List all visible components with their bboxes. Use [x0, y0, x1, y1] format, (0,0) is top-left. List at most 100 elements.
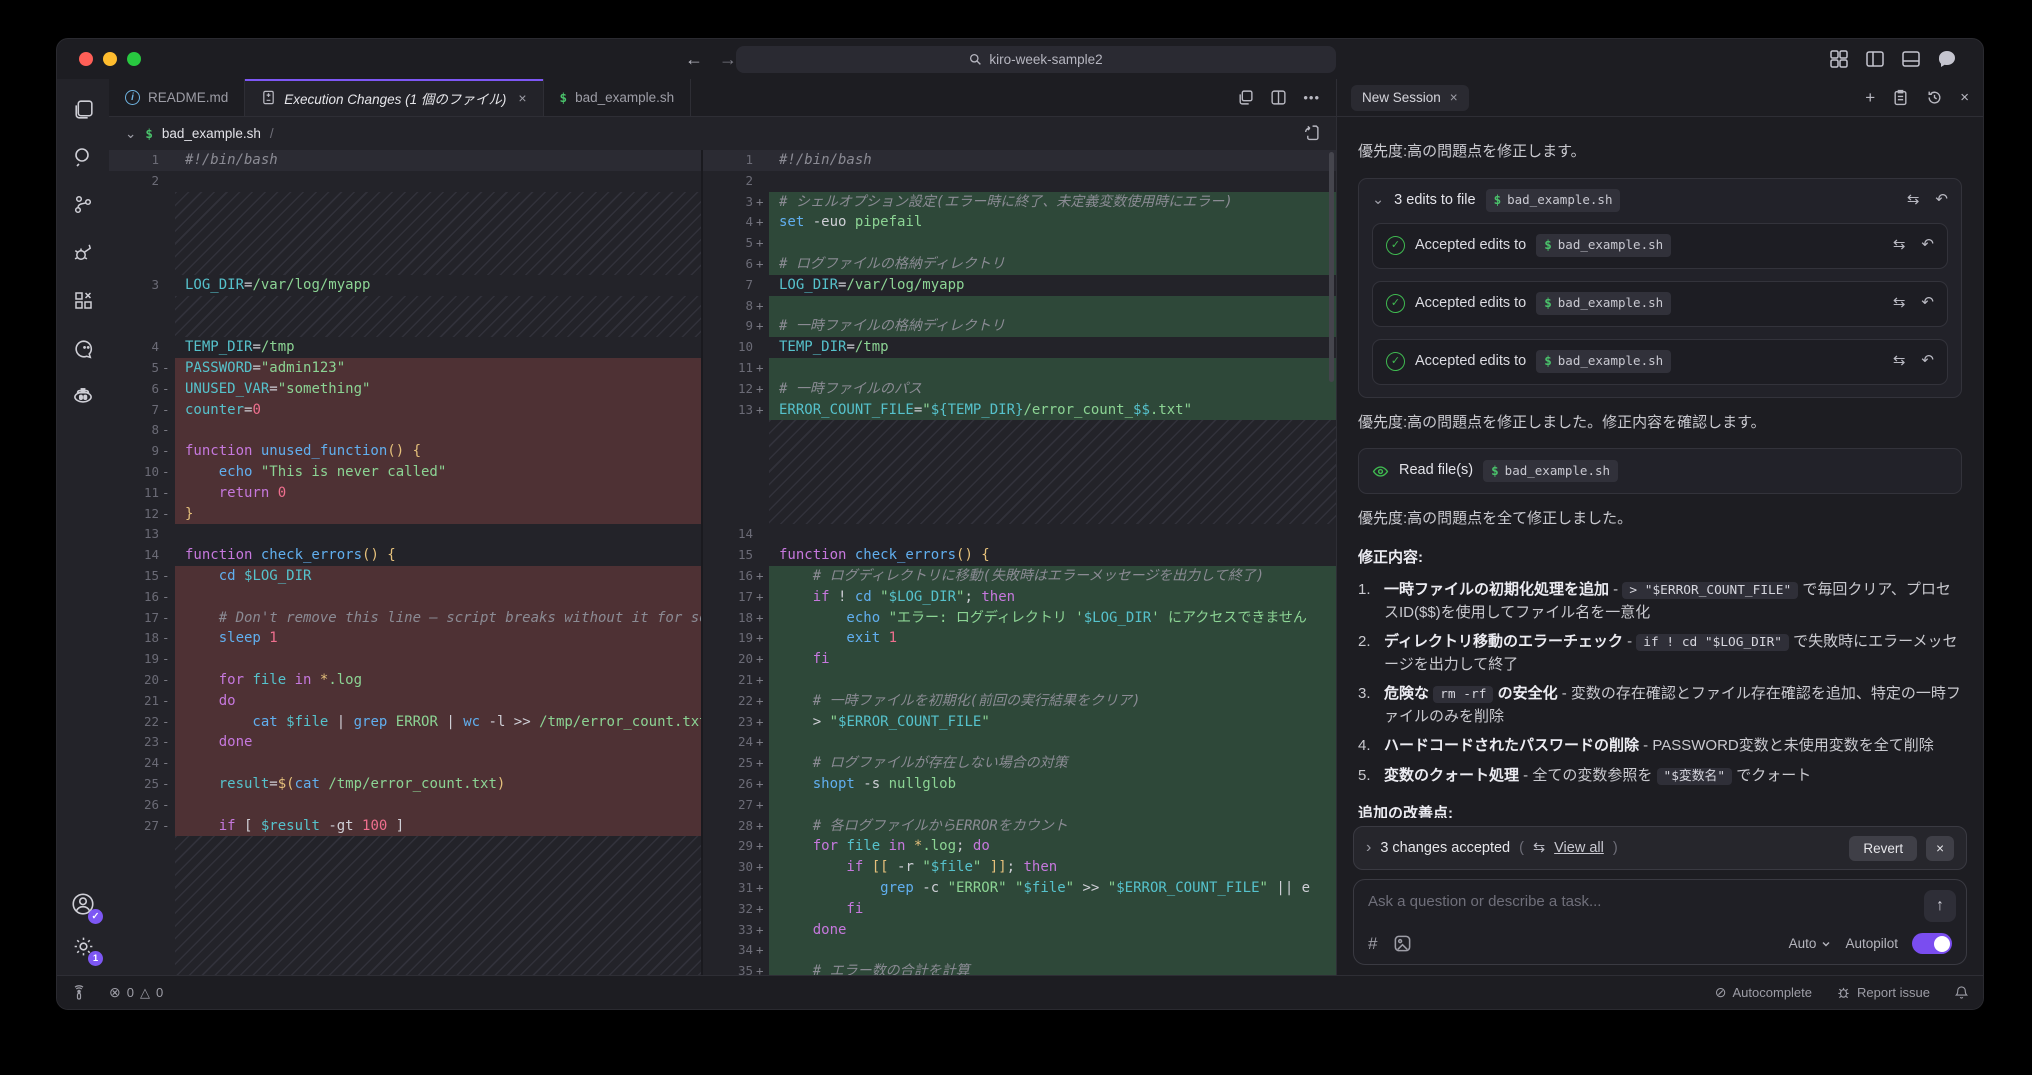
view-diff-icon[interactable]: ⇆	[1893, 234, 1906, 257]
attach-image-icon[interactable]	[1393, 934, 1412, 953]
workspace-name: kiro-week-sample2	[989, 52, 1102, 67]
close-session-icon[interactable]: ×	[1450, 90, 1458, 105]
accepted-edit-row[interactable]: ✓Accepted edits to$bad_example.sh⇆↶	[1372, 281, 1948, 327]
diff-line: 14	[703, 524, 1336, 545]
mode-select[interactable]: Auto	[1789, 936, 1832, 951]
diff-line: 5+	[703, 233, 1336, 254]
revert-button[interactable]: Revert	[1849, 836, 1917, 861]
more-actions-icon[interactable]: •••	[1303, 90, 1320, 105]
diff-line: 13+ERROR_COUNT_FILE="${TEMP_DIR}/error_c…	[703, 400, 1336, 421]
maximize-window-button[interactable]	[127, 52, 141, 66]
view-diff-icon[interactable]: ⇆	[1893, 350, 1906, 373]
notifications-bell-icon[interactable]	[1954, 985, 1969, 1000]
tab-new-session[interactable]: New Session ×	[1351, 85, 1469, 111]
extensions-icon[interactable]	[66, 284, 100, 318]
undo-icon[interactable]: ↶	[1921, 350, 1934, 373]
new-session-plus-icon[interactable]: +	[1865, 88, 1875, 108]
assistant-message: 優先度:高の問題点を修正します。	[1358, 141, 1962, 164]
diff-line: 34+	[703, 940, 1336, 961]
accepted-edit-row[interactable]: ✓Accepted edits to$bad_example.sh⇆↶	[1372, 223, 1948, 269]
task-list-icon[interactable]	[1892, 89, 1909, 106]
chat-input[interactable]: Ask a question or describe a task... ↑ #…	[1353, 879, 1967, 965]
diff-line: 17+ if ! cd "$LOG_DIR"; then	[703, 587, 1336, 608]
file-chip[interactable]: $bad_example.sh	[1483, 460, 1618, 483]
run-debug-icon[interactable]	[66, 236, 100, 270]
diff-line: 5-PASSWORD="admin123"	[109, 358, 701, 379]
scrollbar-thumb[interactable]	[1329, 152, 1334, 382]
copy-editor-icon[interactable]	[1237, 89, 1254, 106]
undo-icon[interactable]: ↶	[1921, 234, 1934, 257]
remote-indicator-icon[interactable]	[71, 985, 87, 1001]
errors-icon: ⊗	[109, 984, 121, 1001]
diff-line: 33+ done	[703, 920, 1336, 941]
open-file-icon[interactable]	[1303, 124, 1320, 141]
accepted-edit-row[interactable]: ✓Accepted edits to$bad_example.sh⇆↶	[1372, 339, 1948, 385]
close-panel-icon[interactable]: ×	[1960, 89, 1969, 106]
info-icon: i	[125, 90, 140, 105]
diff-modified-pane[interactable]: 1#!/bin/bash23+# シェルオプション設定(エラー時に終了、未定義変…	[703, 150, 1336, 975]
diff-line: 6+# ログファイルの格納ディレクトリ	[703, 254, 1336, 275]
file-chip[interactable]: $bad_example.sh	[1536, 350, 1671, 373]
source-control-icon[interactable]	[66, 188, 100, 222]
account-icon[interactable]: ✓	[66, 887, 100, 921]
history-icon[interactable]	[1926, 89, 1943, 106]
send-button[interactable]: ↑	[1924, 890, 1956, 922]
diff-line: 16+ # ログディレクトリに移動(失敗時はエラーメッセージを出力して終了)	[703, 566, 1336, 587]
forward-arrow-icon[interactable]: →	[719, 49, 737, 70]
file-chip[interactable]: $bad_example.sh	[1486, 189, 1621, 212]
close-tab-icon[interactable]: ×	[518, 90, 526, 106]
view-diff-icon[interactable]: ⇆	[1907, 189, 1920, 212]
changes-accepted-bar: › 3 changes accepted ( ⇆ View all ) Reve…	[1353, 826, 1967, 870]
tab-execution-changes[interactable]: Execution Changes (1 個のファイル) ×	[245, 79, 543, 116]
split-editor-icon[interactable]	[1270, 89, 1287, 106]
toggle-primary-sidebar-icon[interactable]	[1865, 49, 1885, 69]
check-circle-icon: ✓	[1386, 236, 1405, 255]
kiro-agent-icon[interactable]	[66, 380, 100, 414]
context-hash-icon[interactable]: #	[1368, 934, 1377, 954]
diff-line: 12+# 一時ファイルのパス	[703, 379, 1336, 400]
autopilot-toggle[interactable]	[1912, 933, 1952, 954]
chevron-down-icon[interactable]: ⌄	[1372, 190, 1384, 212]
warnings-count: 0	[156, 985, 163, 1000]
chat-ghost-icon[interactable]	[66, 332, 100, 366]
diff-line: 16-	[109, 587, 701, 608]
close-window-button[interactable]	[79, 52, 93, 66]
app-window: ← → kiro-week-sample2 ✓	[56, 38, 1984, 1010]
tab-bad-example[interactable]: $ bad_example.sh	[544, 79, 692, 116]
file-chip[interactable]: $bad_example.sh	[1536, 292, 1671, 315]
toggle-panel-icon[interactable]	[1901, 49, 1921, 69]
view-all-link[interactable]: View all	[1554, 840, 1604, 856]
chevron-right-icon[interactable]: ›	[1366, 839, 1371, 857]
changes-accepted-label: 3 changes accepted	[1380, 840, 1510, 856]
problems-indicator[interactable]: ⊗ 0 △ 0	[109, 984, 163, 1001]
explorer-icon[interactable]	[66, 92, 100, 126]
diff-original-pane[interactable]: 1#!/bin/bash23LOG_DIR=/var/log/myapp4TEM…	[109, 150, 701, 975]
errors-count: 0	[127, 985, 134, 1000]
diff-line: 23- done	[109, 732, 701, 753]
diff-file-header[interactable]: ⌄ $ bad_example.sh /	[109, 117, 1336, 150]
chevron-down-icon[interactable]: ⌄	[125, 126, 136, 142]
chevron-down-icon	[1821, 939, 1831, 949]
report-issue[interactable]: Report issue	[1836, 985, 1930, 1000]
undo-icon[interactable]: ↶	[1921, 292, 1934, 315]
check-circle-icon: ✓	[1386, 294, 1405, 313]
traffic-lights	[79, 52, 141, 66]
back-arrow-icon[interactable]: ←	[685, 49, 703, 70]
view-diff-icon[interactable]: ⇆	[1893, 292, 1906, 315]
chat-bubble-icon[interactable]	[1937, 49, 1957, 69]
file-chip[interactable]: $bad_example.sh	[1536, 234, 1671, 257]
search-sidebar-icon[interactable]	[66, 140, 100, 174]
dismiss-changes-button[interactable]: ×	[1926, 836, 1954, 861]
minimize-window-button[interactable]	[103, 52, 117, 66]
diff-line: 18+ echo "エラー: ログディレクトリ '$LOG_DIR' にアクセス…	[703, 608, 1336, 629]
command-center-search[interactable]: kiro-week-sample2	[736, 46, 1336, 73]
read-files-card[interactable]: Read file(s)$bad_example.sh	[1358, 448, 1962, 494]
diff-line: 17- # Don't remove this line — script br…	[109, 608, 701, 629]
settings-gear-icon[interactable]: 1	[66, 929, 100, 963]
edits-card-header[interactable]: ⌄3 edits to file$bad_example.sh⇆↶	[1359, 179, 1961, 223]
autocomplete-status[interactable]: ⊘ Autocomplete	[1715, 984, 1812, 1001]
tab-readme[interactable]: i README.md	[109, 79, 245, 116]
diff-line: 9-function unused_function() {	[109, 441, 701, 462]
undo-icon[interactable]: ↶	[1935, 189, 1948, 212]
customize-layout-icon[interactable]	[1829, 49, 1849, 69]
